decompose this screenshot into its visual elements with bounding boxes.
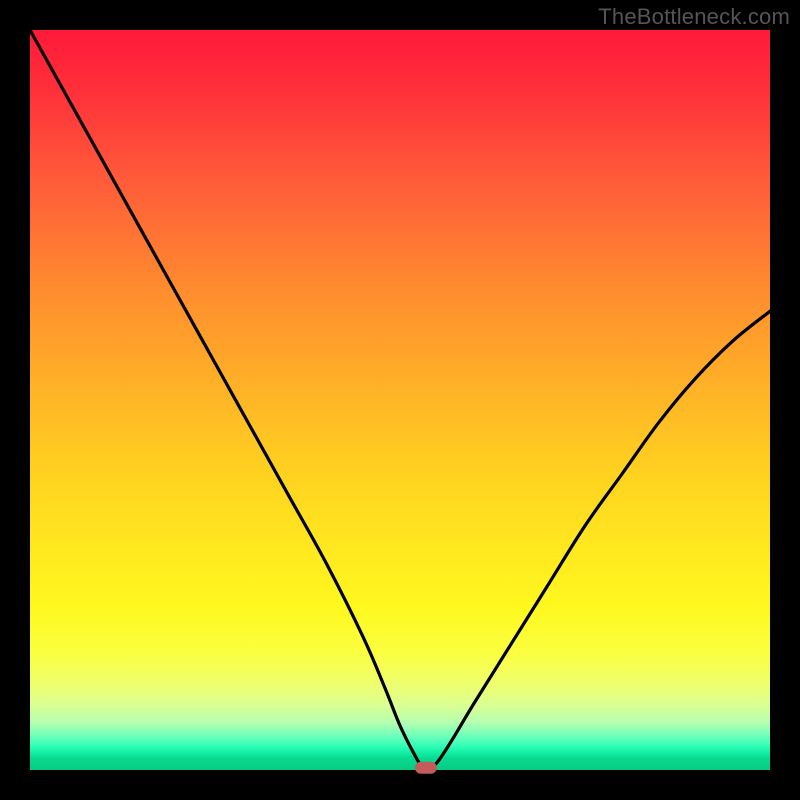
plot-area	[30, 30, 770, 770]
chart-frame: TheBottleneck.com	[0, 0, 800, 800]
bottleneck-curve	[30, 30, 770, 767]
optimum-marker	[415, 762, 437, 774]
bottleneck-curve-svg	[30, 30, 770, 770]
watermark-text: TheBottleneck.com	[598, 4, 790, 30]
